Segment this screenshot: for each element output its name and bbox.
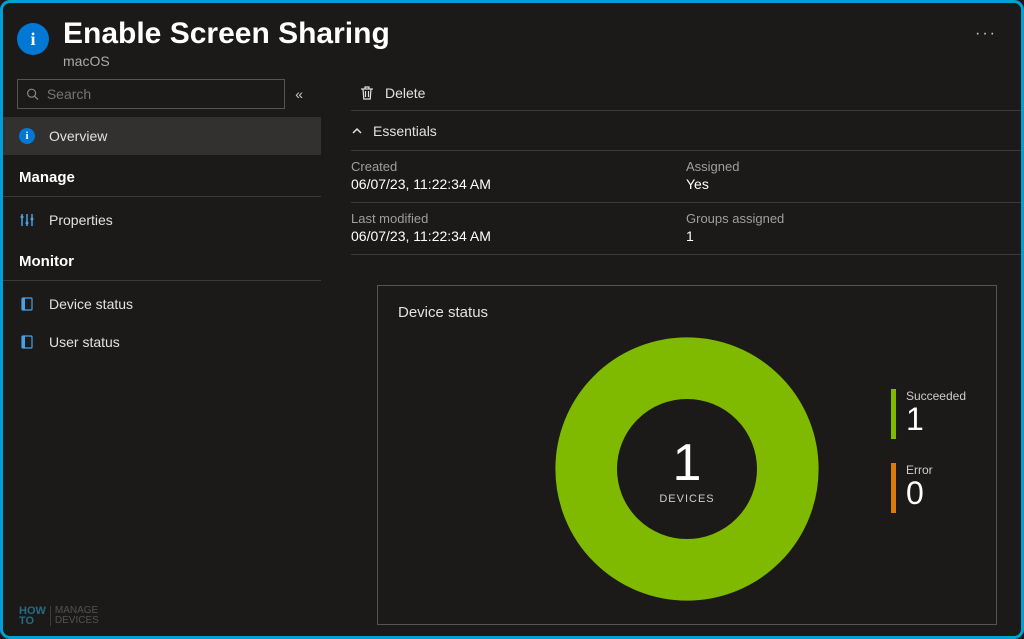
watermark: HOW TO MANAGE DEVICES xyxy=(19,606,99,626)
legend-succeeded-value: 1 xyxy=(906,403,966,435)
info-icon: i xyxy=(17,23,49,55)
essentials-toggle[interactable]: Essentials xyxy=(351,111,1021,151)
more-button[interactable]: ··· xyxy=(965,17,1007,51)
page-subtitle: macOS xyxy=(63,53,965,69)
delete-label: Delete xyxy=(385,85,425,101)
collapse-sidebar-button[interactable]: « xyxy=(285,86,313,102)
sidebar-section-monitor: Monitor xyxy=(3,239,321,276)
page-title: Enable Screen Sharing xyxy=(63,17,965,51)
page-header: i Enable Screen Sharing macOS ··· xyxy=(3,3,1021,75)
sidebar-item-label: Device status xyxy=(49,296,133,312)
info-icon: i xyxy=(19,128,35,144)
sliders-icon xyxy=(19,212,35,228)
essentials-panel: Created 06/07/23, 11:22:34 AM Assigned Y… xyxy=(351,151,1021,255)
sidebar-item-overview[interactable]: i Overview xyxy=(3,117,321,155)
donut-center-label: DEVICES xyxy=(659,493,714,505)
sidebar-section-manage: Manage xyxy=(3,155,321,192)
divider xyxy=(3,196,321,197)
essentials-created-value: 06/07/23, 11:22:34 AM xyxy=(351,176,686,192)
clipboard-icon xyxy=(19,296,35,312)
sidebar-item-device-status[interactable]: Device status xyxy=(3,285,321,323)
search-input[interactable] xyxy=(47,86,276,102)
sidebar-item-user-status[interactable]: User status xyxy=(3,323,321,361)
essentials-groups-label: Groups assigned xyxy=(686,211,1021,226)
donut-center-value: 1 xyxy=(673,433,702,493)
essentials-label: Essentials xyxy=(373,123,437,139)
main-content: Delete Essentials Created 06/07/23, 11:2… xyxy=(321,75,1021,634)
device-status-card: Device status 1 DEVICES Succeeded xyxy=(377,285,997,625)
chevron-up-icon xyxy=(351,125,363,137)
sidebar: « i Overview Manage Properties Monitor D… xyxy=(3,75,321,634)
legend-color-error xyxy=(891,463,896,513)
delete-button[interactable]: Delete xyxy=(351,85,433,101)
trash-icon xyxy=(359,85,375,101)
sidebar-item-label: Overview xyxy=(49,128,107,144)
essentials-assigned-value: Yes xyxy=(686,176,1021,192)
essentials-created-label: Created xyxy=(351,159,686,174)
essentials-groups-value: 1 xyxy=(686,228,1021,244)
legend-item-error: Error 0 xyxy=(891,463,966,513)
sidebar-item-label: User status xyxy=(49,334,120,350)
divider xyxy=(3,280,321,281)
donut-chart: 1 DEVICES xyxy=(547,329,827,609)
search-input-wrapper[interactable] xyxy=(17,79,285,109)
essentials-lastmod-value: 06/07/23, 11:22:34 AM xyxy=(351,228,686,244)
chart-title: Device status xyxy=(398,304,976,321)
sidebar-item-properties[interactable]: Properties xyxy=(3,201,321,239)
sidebar-item-label: Properties xyxy=(49,212,113,228)
legend-error-value: 0 xyxy=(906,477,933,509)
legend-color-succeeded xyxy=(891,389,896,439)
search-icon xyxy=(26,87,39,101)
essentials-assigned-label: Assigned xyxy=(686,159,1021,174)
toolbar: Delete xyxy=(351,75,1021,111)
chart-legend: Succeeded 1 Error 0 xyxy=(891,389,966,537)
legend-item-succeeded: Succeeded 1 xyxy=(891,389,966,439)
clipboard-icon xyxy=(19,334,35,350)
essentials-lastmod-label: Last modified xyxy=(351,211,686,226)
